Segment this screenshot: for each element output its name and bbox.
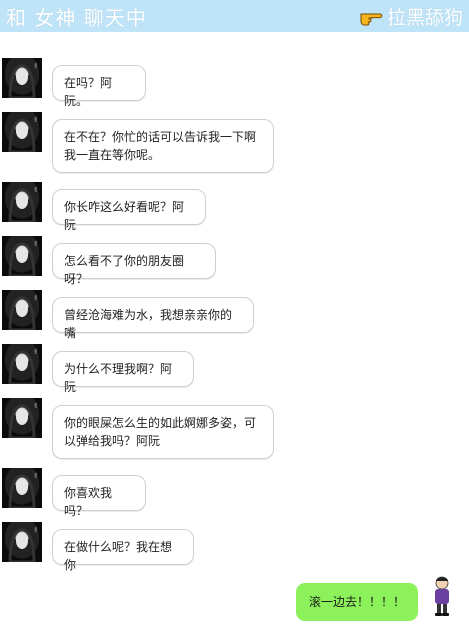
goddess-avatar[interactable]: ✌ [2, 344, 42, 384]
message-row: ✌ 在做什么呢？我在想你 [0, 522, 469, 582]
chat-title: 和 女神 聊天中 [6, 5, 147, 30]
goddess-avatar[interactable]: ✌ [2, 236, 42, 276]
chat-header: 和 女神 聊天中 拉黑舔狗 [0, 0, 469, 32]
message-row: ✌ 在吗？阿阮。 [0, 58, 469, 118]
message-bubble: 在不在？你忙的话可以告诉我一下啊我一直在等你呢。 [52, 119, 274, 173]
message-row: ✌ 你喜欢我吗？ [0, 468, 469, 528]
goddess-avatar[interactable]: ✌ [2, 290, 42, 330]
message-bubble: 你的眼屎怎么生的如此婀娜多姿，可以弹给我吗？阿阮 [52, 405, 274, 459]
goddess-avatar[interactable]: ✌ [2, 58, 42, 98]
self-message-bubble: 滚一边去！！！！ [296, 583, 419, 621]
pointing-hand-icon [360, 13, 383, 26]
message-row: ✌ 为什么不理我啊？阿阮 [0, 344, 469, 404]
goddess-avatar[interactable]: ✌ [2, 182, 42, 222]
svg-text:✌: ✌ [33, 240, 39, 248]
goddess-avatar[interactable]: ✌ [2, 112, 42, 152]
svg-text:✌: ✌ [33, 402, 39, 410]
goddess-avatar[interactable]: ✌ [2, 468, 42, 508]
message-row: ✌ 在不在？你忙的话可以告诉我一下啊我一直在等你呢。 [0, 112, 469, 173]
goddess-avatar[interactable]: ✌ [2, 398, 42, 438]
message-row: ✌ 你的眼屎怎么生的如此婀娜多姿，可以弹给我吗？阿阮 [0, 398, 469, 459]
message-row: ✌ 怎么看不了你的朋友圈呀？ [0, 236, 469, 296]
message-bubble: 为什么不理我啊？阿阮 [52, 351, 194, 394]
message-bubble: 在吗？阿阮。 [52, 65, 146, 108]
svg-text:✌: ✌ [33, 294, 39, 302]
message-bubble: 你长咋这么好看呢？阿阮 [52, 189, 206, 232]
message-bubble: 在做什么呢？我在想你 [52, 529, 194, 572]
svg-text:✌: ✌ [33, 472, 39, 480]
svg-text:✌: ✌ [33, 62, 39, 70]
cartoon-man-avatar[interactable] [428, 575, 456, 617]
goddess-avatar[interactable]: ✌ [2, 522, 42, 562]
message-bubble: 曾经沧海难为水，我想亲亲你的嘴 [52, 297, 254, 340]
block-button[interactable]: 拉黑舔狗 [359, 3, 463, 30]
svg-text:✌: ✌ [33, 116, 39, 124]
svg-text:✌: ✌ [33, 348, 39, 356]
message-row: ✌ 你长咋这么好看呢？阿阮 [0, 182, 469, 242]
svg-text:✌: ✌ [33, 186, 39, 194]
svg-text:✌: ✌ [33, 526, 39, 534]
message-row: ✌ 曾经沧海难为水，我想亲亲你的嘴 [0, 290, 469, 350]
block-button-label: 拉黑舔狗 [386, 6, 463, 29]
message-bubble: 你喜欢我吗？ [52, 475, 146, 518]
message-bubble: 怎么看不了你的朋友圈呀？ [52, 243, 216, 286]
